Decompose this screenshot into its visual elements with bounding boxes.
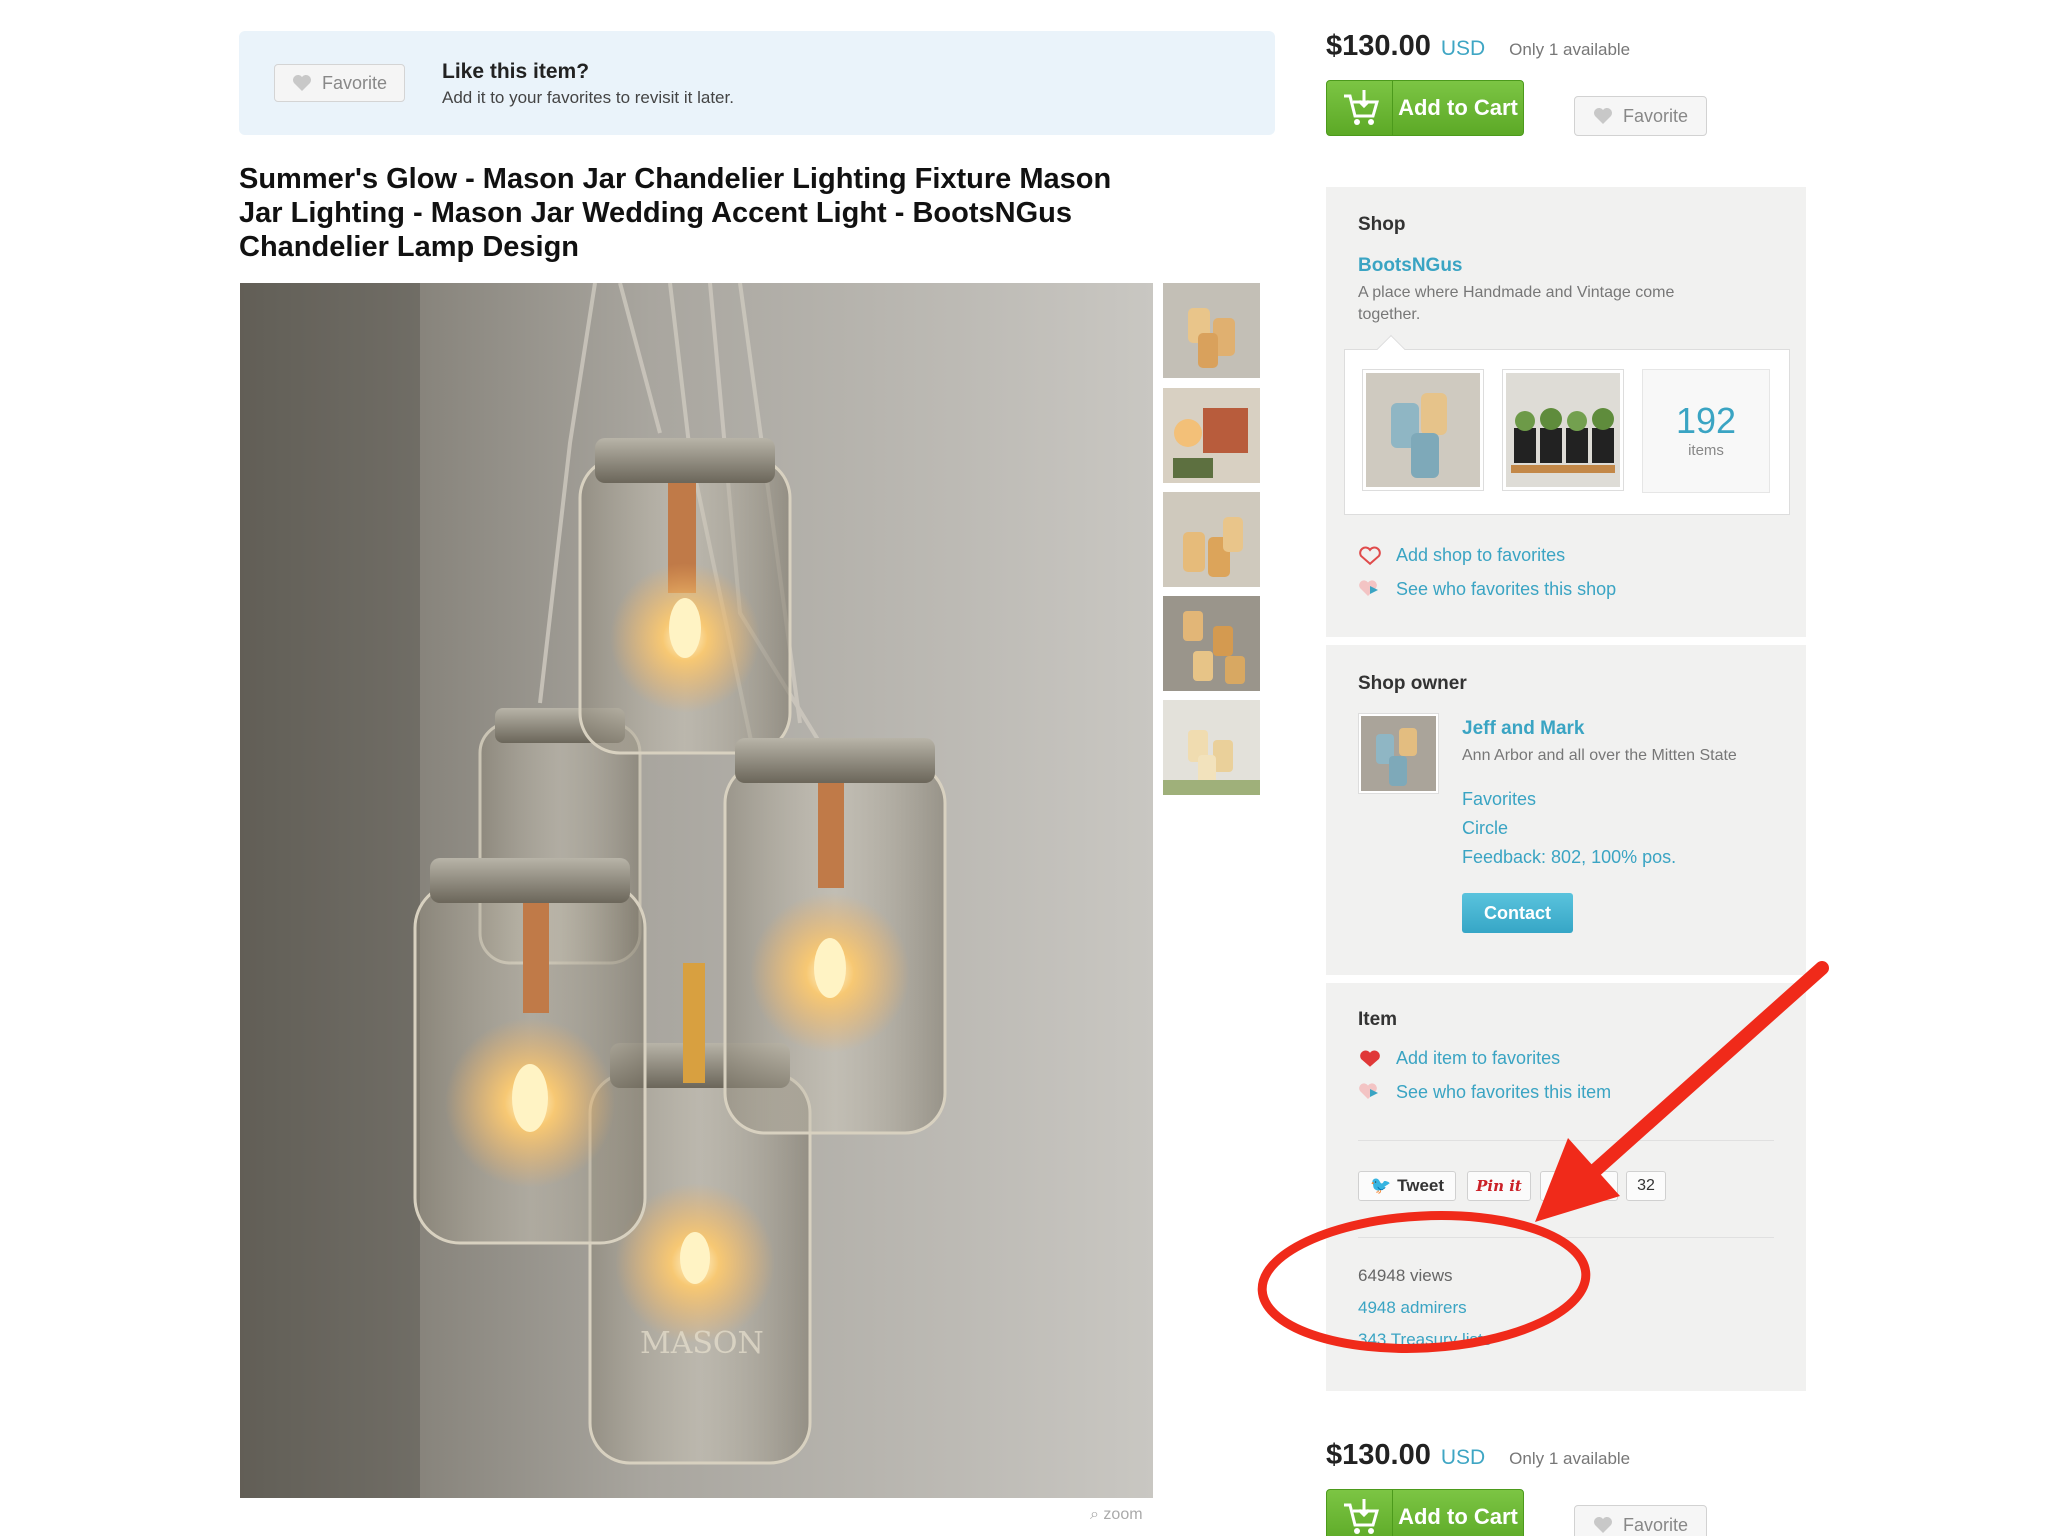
heart-arrow-icon [1359, 580, 1378, 596]
views-count: 64948 views [1358, 1266, 1453, 1285]
treasury-lists-link[interactable]: 343 Treasury lists [1358, 1330, 1491, 1350]
see-item-favoriters-link: See who favorites this item [1396, 1081, 1612, 1102]
owner-avatar[interactable] [1358, 713, 1439, 794]
thumbnail-image [1163, 700, 1260, 795]
owner-feedback-link[interactable]: Feedback: 802, 100% pos. [1462, 847, 1676, 868]
thumbnail-image [1163, 596, 1260, 691]
favorite-button-bottom[interactable]: Favorite [1574, 1505, 1707, 1536]
currency: USD [1440, 37, 1486, 60]
shop-item-image [1366, 373, 1480, 487]
thumbnail-image [1163, 388, 1260, 483]
thumbnail-5[interactable] [1163, 700, 1260, 795]
add-to-cart-button-bottom[interactable]: Add to Cart [1326, 1489, 1524, 1536]
thumbnail-image [1163, 283, 1260, 378]
add-item-favorites-link: Add item to favorites [1396, 1048, 1561, 1068]
svg-text:MASON: MASON [640, 1326, 764, 1361]
heart-icon [1593, 1517, 1612, 1533]
like-label: Like [1561, 1176, 1597, 1195]
zoom-label: zoom [1103, 1506, 1143, 1523]
like-count: 32 [1637, 1177, 1655, 1194]
cart-icon [1327, 81, 1393, 135]
shop-item-image [1506, 373, 1620, 487]
item-heading: Item [1358, 1009, 1398, 1030]
owner-name-link[interactable]: Jeff and Mark [1462, 718, 1584, 740]
heart-icon [1593, 108, 1612, 124]
mason-jar-chandelier-photo: MASON [240, 283, 1153, 1498]
heart-icon [1360, 1050, 1380, 1067]
admirers-link[interactable]: 4948 admirers [1358, 1298, 1467, 1318]
shop-item-thumbnail-2[interactable] [1502, 369, 1624, 491]
availability: Only 1 available [1509, 1449, 1631, 1468]
banner-favorite-button[interactable]: Favorite [274, 64, 405, 102]
shop-heading: Shop [1358, 214, 1406, 235]
add-shop-favorites-link: Add shop to favorites [1396, 545, 1566, 565]
listing-title: Summer's Glow - Mason Jar Chandelier Lig… [239, 163, 1112, 263]
thumbnail-1[interactable] [1163, 283, 1260, 378]
favorite-button[interactable]: Favorite [1574, 96, 1707, 136]
favorite-label: Favorite [1622, 1514, 1689, 1535]
shop-items-count[interactable]: 192 items [1642, 369, 1770, 493]
price: $130.00 [1326, 30, 1431, 62]
shop-item-thumbnail-1[interactable] [1362, 369, 1484, 491]
heart-icon [292, 75, 311, 91]
avatar-image [1361, 716, 1436, 791]
pin-it-label: Pin it [1476, 1177, 1522, 1195]
banner-favorite-label: Favorite [321, 72, 388, 93]
price-row-bottom: $130.00 USD Only 1 available [1326, 1439, 1630, 1472]
currency: USD [1440, 1446, 1486, 1469]
pinterest-button[interactable]: Pin it [1467, 1171, 1531, 1201]
thumbnail-4[interactable] [1163, 596, 1260, 691]
owner-circle-link[interactable]: Circle [1462, 818, 1508, 839]
tweet-button[interactable]: 🐦 Tweet [1358, 1171, 1456, 1201]
twitter-bird-icon: 🐦 [1369, 1176, 1392, 1195]
zoom-link[interactable]: ⌕ zoom [1090, 1506, 1143, 1524]
banner-subtitle: Add it to your favorites to revisit it l… [442, 88, 734, 107]
favorite-label: Favorite [1622, 105, 1689, 126]
magnifier-icon: ⌕ [1090, 1506, 1099, 1523]
facebook-like-button[interactable]: Like [1540, 1171, 1618, 1201]
shop-owner-heading: Shop owner [1358, 673, 1467, 694]
price-row-top: $130.00 USD Only 1 available [1326, 30, 1630, 63]
contact-label: Contact [1484, 902, 1551, 923]
add-to-cart-label: Add to Cart [1398, 95, 1518, 120]
add-shop-favorites-row[interactable]: Add shop to favorites [1358, 545, 1565, 566]
contact-button[interactable]: Contact [1462, 893, 1573, 933]
thumbnail-2[interactable] [1163, 388, 1260, 483]
banner-title: Like this item? [442, 60, 590, 83]
like-count-bubble: 32 [1626, 1171, 1666, 1201]
divider [1358, 1140, 1774, 1141]
see-shop-favoriters-link: See who favorites this shop [1396, 578, 1617, 599]
shop-name-link[interactable]: BootsNGus [1358, 255, 1463, 277]
items-count-number: 192 [1675, 400, 1737, 441]
shop-description: A place where Handmade and Vintage come … [1358, 284, 1675, 323]
items-count-label: items [1688, 442, 1724, 459]
price: $130.00 [1326, 1439, 1431, 1471]
owner-favorites-link[interactable]: Favorites [1462, 789, 1536, 810]
thumbnail-3[interactable] [1163, 492, 1260, 587]
heart-outline-icon [1359, 546, 1381, 565]
add-to-cart-label: Add to Cart [1398, 1504, 1518, 1529]
thumbnail-image [1163, 492, 1260, 587]
availability: Only 1 available [1509, 40, 1631, 59]
see-shop-favoriters-row[interactable]: See who favorites this shop [1358, 578, 1616, 600]
add-to-cart-button[interactable]: Add to Cart [1326, 80, 1524, 136]
cart-icon [1327, 1490, 1393, 1536]
heart-arrow-icon [1359, 1083, 1378, 1099]
main-product-image[interactable]: MASON [240, 283, 1153, 1498]
see-item-favoriters-row[interactable]: See who favorites this item [1358, 1081, 1611, 1103]
tweet-label: Tweet [1397, 1176, 1445, 1195]
add-item-favorites-row[interactable]: Add item to favorites [1358, 1048, 1560, 1069]
divider [1358, 1237, 1774, 1238]
owner-location: Ann Arbor and all over the Mitten State [1462, 747, 1737, 764]
